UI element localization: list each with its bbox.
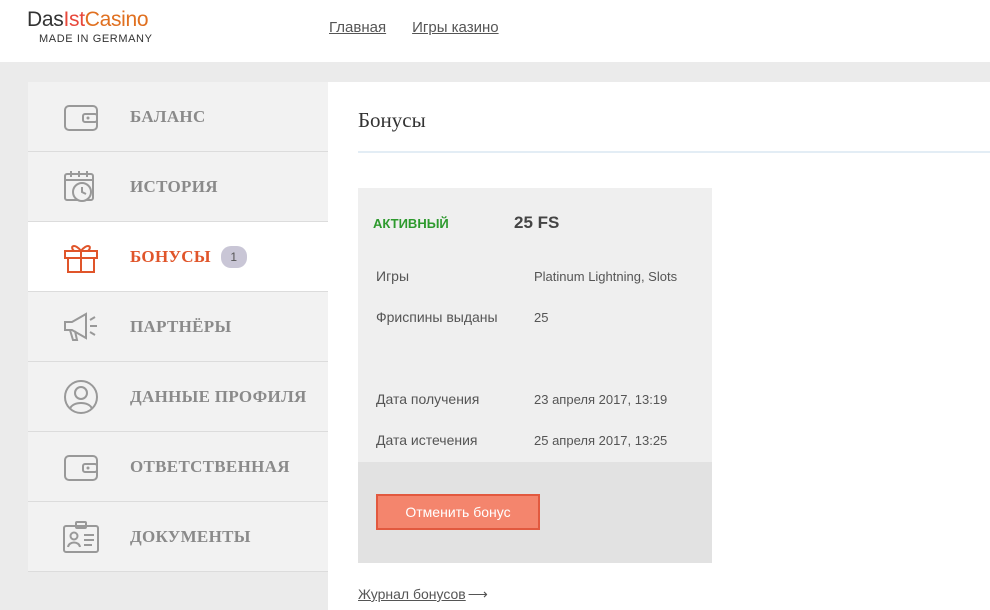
bonus-count-badge: 1 — [220, 246, 247, 268]
received-date-value: 23 апреля 2017, 13:19 — [534, 392, 668, 407]
sidebar-item-label: БОНУСЫ 1 — [130, 222, 247, 292]
sidebar: БАЛАНС ИСТОРИЯ БОНУСЫ 1 ПАРТНЁРЫ ДАННЫЕ … — [28, 82, 328, 572]
page-title: Бонусы — [358, 108, 426, 132]
received-date-label: Дата получения — [376, 391, 480, 407]
sidebar-item-history[interactable]: ИСТОРИЯ — [28, 152, 328, 222]
calendar-clock-icon — [64, 171, 94, 202]
main-panel: Бонусы АКТИВНЫЙ 25 FS Игры Platinum Ligh… — [328, 82, 990, 610]
sidebar-item-label: БАЛАНС — [130, 107, 206, 126]
sidebar-item-documents[interactable]: ДОКУМЕНТЫ — [28, 502, 328, 572]
games-value: Platinum Lightning, Slots — [534, 269, 678, 284]
sidebar-item-label: ИСТОРИЯ — [130, 177, 218, 196]
expiry-date-value: 25 апреля 2017, 13:25 — [534, 433, 668, 448]
sidebar-item-label: ДОКУМЕНТЫ — [130, 527, 251, 546]
games-label: Игры — [376, 268, 410, 284]
sidebar-item-label: ПАРТНЁРЫ — [130, 317, 232, 336]
sidebar-item-label: ДАННЫЕ ПРОФИЛЯ — [130, 387, 307, 406]
freespins-value: 25 — [534, 310, 549, 325]
bonus-amount: 25 FS — [514, 213, 560, 232]
sidebar-item-partners[interactable]: ПАРТНЁРЫ — [28, 292, 328, 362]
sidebar-item-balance[interactable]: БАЛАНС — [28, 82, 328, 152]
gift-icon — [64, 245, 98, 273]
logo-text: DasIstCasino — [27, 8, 149, 31]
cancel-bonus-button[interactable]: Отменить бонус — [376, 494, 540, 530]
header: DasIstCasino MADE IN GERMANY Главная Игр… — [0, 0, 990, 62]
nav-link-games[interactable]: Игры казино — [412, 19, 499, 36]
bonus-card-footer: Отменить бонус — [358, 462, 712, 563]
status-badge: АКТИВНЫЙ — [373, 216, 449, 231]
sidebar-item-responsible[interactable]: ОТВЕТСТВЕННАЯ — [28, 432, 328, 502]
megaphone-icon — [64, 312, 97, 341]
logo-tagline: MADE IN GERMANY — [39, 33, 153, 45]
id-card-icon — [63, 521, 99, 553]
title-divider — [358, 151, 990, 153]
expiry-date-label: Дата истечения — [376, 432, 478, 448]
logo[interactable]: DasIstCasino MADE IN GERMANY — [27, 8, 153, 46]
wallet-icon — [64, 455, 98, 481]
top-nav: Главная Игры казино — [329, 19, 499, 36]
freespins-label: Фриспины выданы — [376, 309, 498, 325]
user-circle-icon — [64, 380, 98, 414]
sidebar-item-label: ОТВЕТСТВЕННАЯ — [130, 457, 290, 476]
bonus-card: АКТИВНЫЙ 25 FS Игры Platinum Lightning, … — [358, 188, 712, 563]
bonus-journal-link[interactable]: Журнал бонусов ⟶ — [358, 586, 488, 603]
arrow-right-icon: ⟶ — [467, 586, 488, 602]
sidebar-item-bonuses[interactable]: БОНУСЫ 1 — [28, 222, 328, 292]
sidebar-item-profile[interactable]: ДАННЫЕ ПРОФИЛЯ — [28, 362, 328, 432]
wallet-icon — [64, 105, 98, 131]
nav-link-home[interactable]: Главная — [329, 19, 386, 36]
